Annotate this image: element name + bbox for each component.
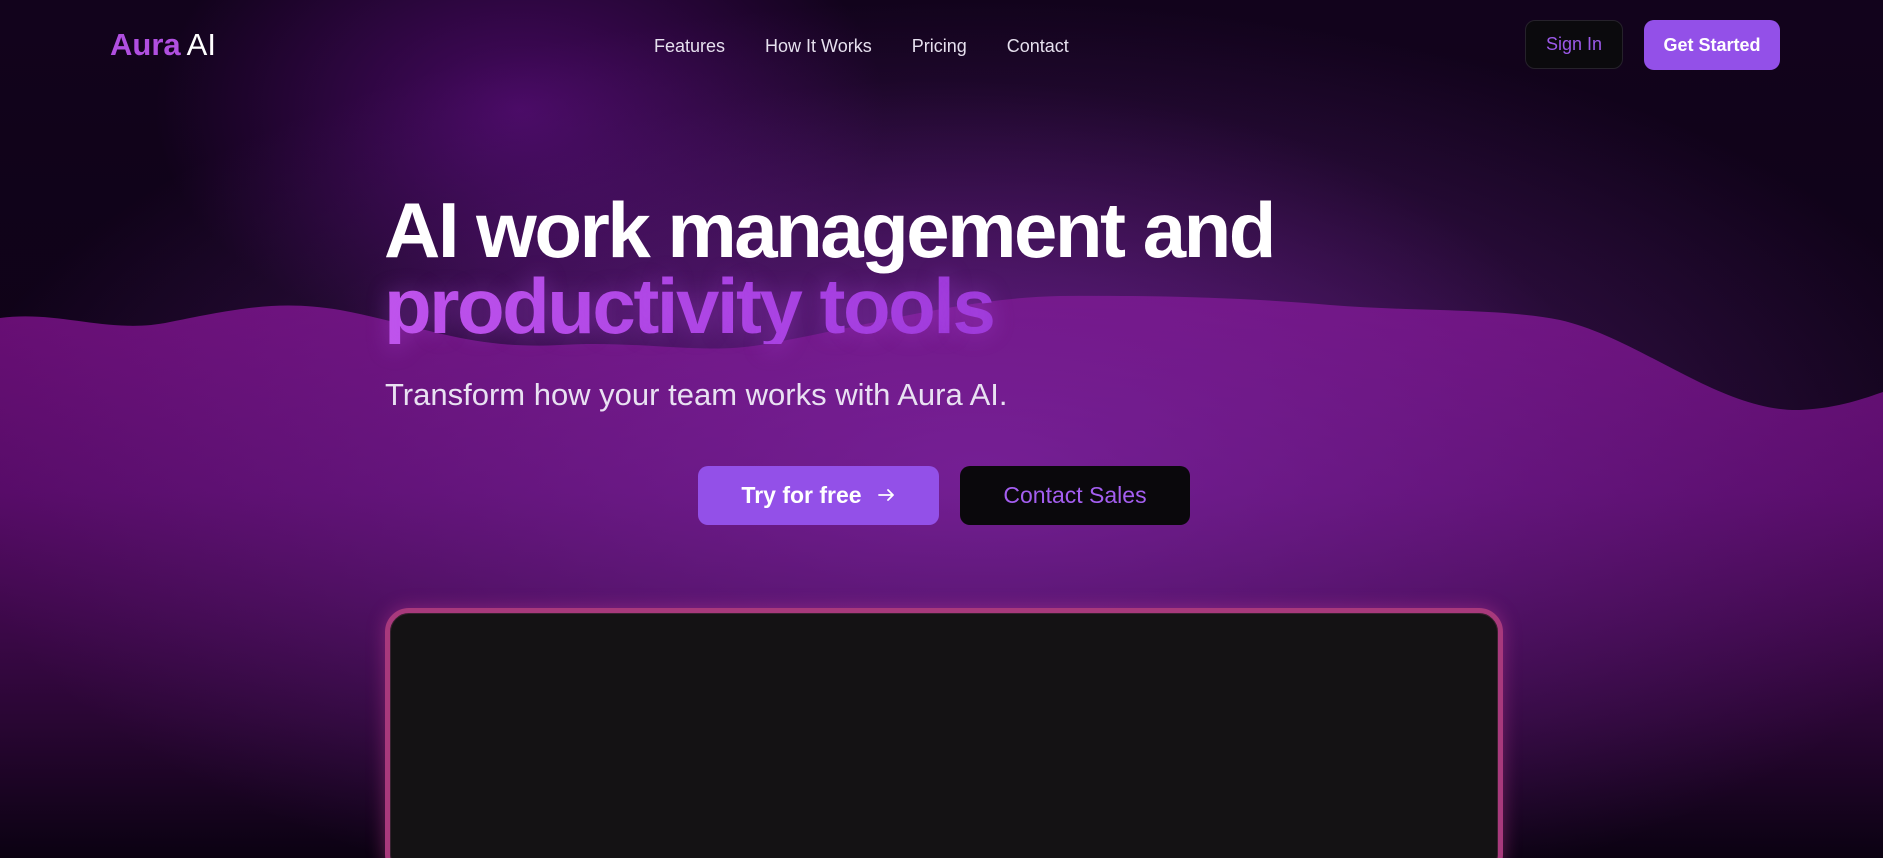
- sign-in-button[interactable]: Sign In: [1525, 20, 1623, 69]
- product-preview-frame: [385, 608, 1503, 858]
- top-navigation: Aura AI Features How It Works Pricing Con…: [0, 0, 1883, 90]
- try-for-free-label: Try for free: [741, 482, 862, 508]
- nav-link-pricing[interactable]: Pricing: [912, 34, 967, 58]
- hero-subtitle: Transform how your team works with Aura …: [385, 377, 1008, 412]
- nav-link-contact[interactable]: Contact: [1007, 34, 1069, 58]
- hero-title-line1: AI work management and: [384, 186, 1276, 274]
- logo-brand: Aura: [110, 27, 181, 62]
- logo-suffix: AI: [186, 27, 216, 62]
- nav-links: Features How It Works Pricing Contact: [654, 34, 1069, 58]
- landing-page: Aura AI Features How It Works Pricing Con…: [0, 0, 1883, 858]
- nav-link-features[interactable]: Features: [654, 34, 725, 58]
- nav-link-how-it-works[interactable]: How It Works: [765, 34, 872, 58]
- contact-sales-button[interactable]: Contact Sales: [960, 466, 1190, 525]
- get-started-button[interactable]: Get Started: [1644, 20, 1780, 70]
- hero-title-highlight: productivity tools: [384, 267, 1274, 345]
- try-for-free-button[interactable]: Try for free: [698, 466, 939, 525]
- hero-title: AI work management and productivity tool…: [384, 186, 1276, 345]
- arrow-right-icon: [877, 486, 896, 506]
- logo[interactable]: Aura AI: [110, 26, 216, 64]
